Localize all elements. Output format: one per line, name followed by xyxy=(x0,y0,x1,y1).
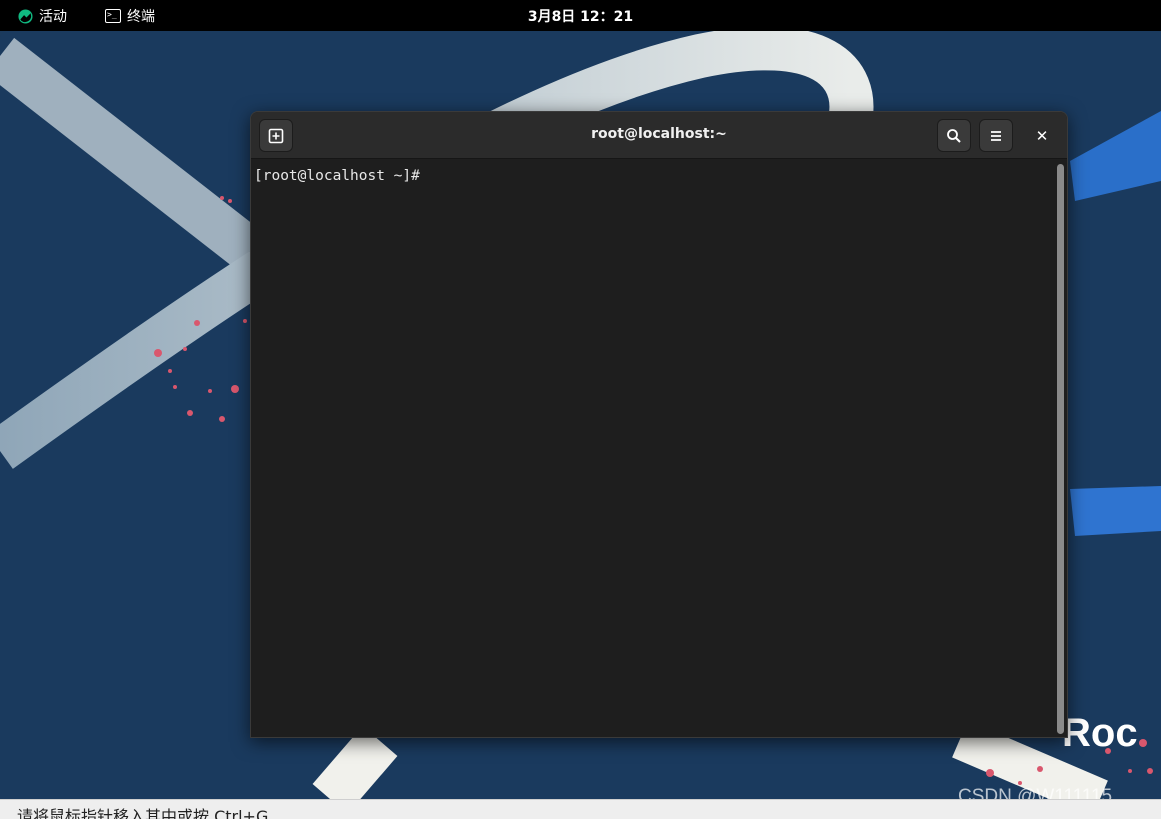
app-label: 终端 xyxy=(127,9,155,25)
clock-text[interactable]: 3月8日 12：21 xyxy=(528,9,633,25)
activities-label: 活动 xyxy=(39,9,67,25)
hamburger-menu-icon xyxy=(991,130,1001,141)
rocky-logo-icon xyxy=(18,8,33,24)
close-icon: ✕ xyxy=(1035,127,1049,145)
scrollbar-thumb[interactable] xyxy=(1057,164,1064,734)
search-icon xyxy=(947,128,961,143)
top-bar: 活动 >_ 终端 3月8日 12：21 xyxy=(0,0,1161,31)
close-button[interactable]: ✕ xyxy=(1029,123,1055,149)
vm-status-bar: 请将鼠标指针移入其中或按 Ctrl+G xyxy=(0,799,1161,819)
terminal-scrollbar[interactable] xyxy=(1055,160,1067,737)
terminal-headerbar[interactable]: root@localhost:~ ✕ xyxy=(251,112,1067,159)
app-menu-terminal[interactable]: >_ 终端 xyxy=(105,6,155,26)
terminal-window[interactable]: root@localhost:~ ✕ [root@localhost ~]# xyxy=(250,111,1068,738)
search-button[interactable] xyxy=(937,119,971,152)
terminal-icon: >_ xyxy=(105,9,121,23)
terminal-output-area[interactable]: [root@localhost ~]# xyxy=(251,160,1055,737)
clock: 3月8日 12：21 xyxy=(0,6,1161,26)
menu-button[interactable] xyxy=(979,119,1013,152)
activities-button[interactable]: 活动 xyxy=(18,6,67,26)
text-cursor xyxy=(420,166,429,183)
vm-status-hint: 请将鼠标指针移入其中或按 Ctrl+G xyxy=(17,807,269,819)
shell-prompt-text: [root@localhost ~]# xyxy=(254,168,420,184)
desktop-brand-text: Roc xyxy=(1062,711,1138,755)
shell-prompt: [root@localhost ~]# xyxy=(254,166,429,184)
